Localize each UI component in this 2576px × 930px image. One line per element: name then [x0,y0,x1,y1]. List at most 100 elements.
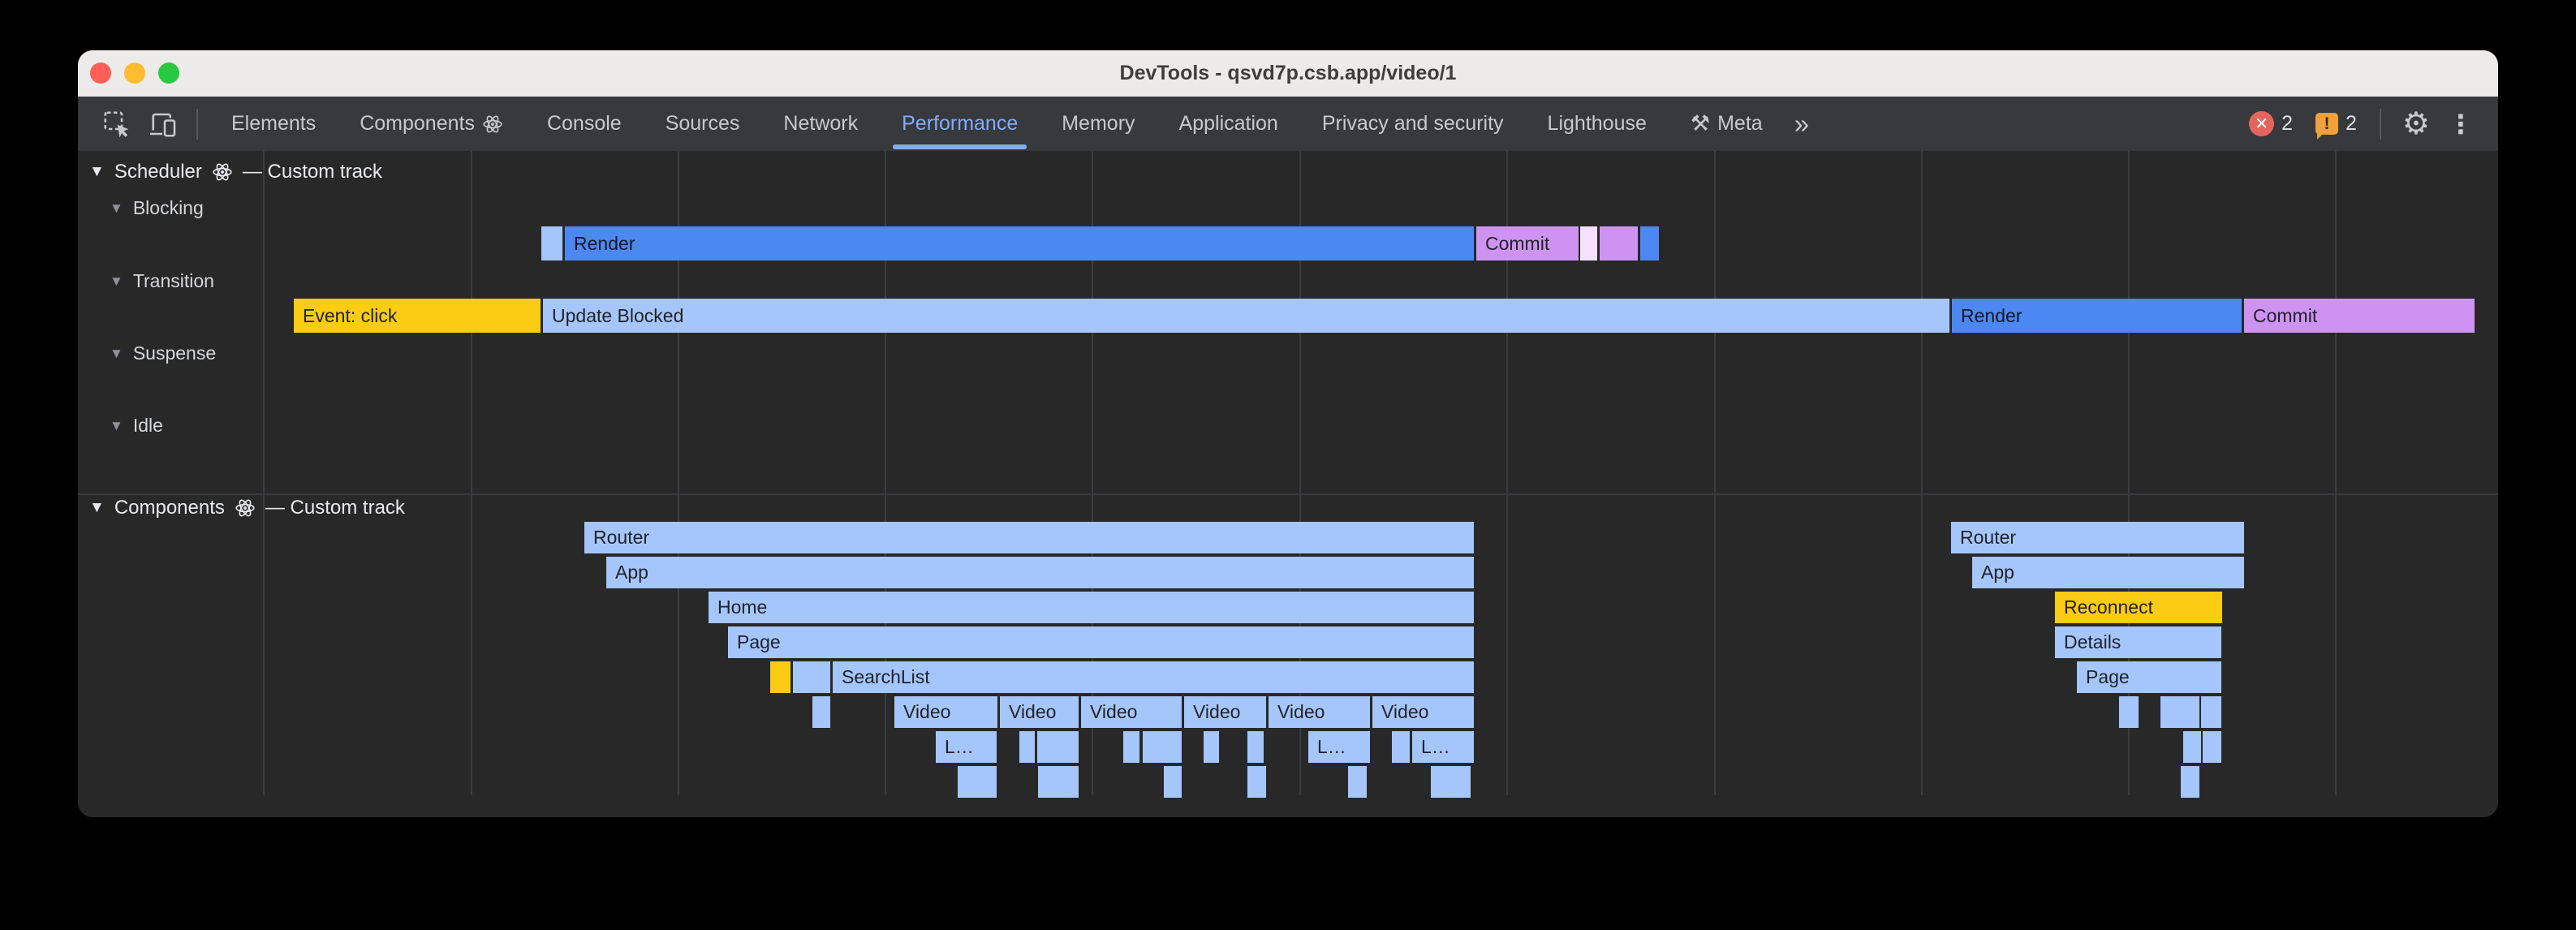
component-render-bar[interactable]: Router [584,522,1474,553]
bar-label: Video [1009,701,1056,723]
component-render-bar[interactable]: Video [1000,696,1079,728]
component-render-bar[interactable]: Video [1184,696,1266,728]
component-render-bar[interactable]: Video [1269,696,1370,728]
component-render-bar[interactable] [1431,766,1471,798]
tab-lighthouse[interactable]: Lighthouse [1526,97,1669,151]
scheduler-bar[interactable]: Commit [2244,299,2475,333]
lane-label-suspense[interactable]: ▼Suspense [110,342,216,364]
component-render-bar[interactable] [1348,766,1367,798]
component-render-bar[interactable] [1204,731,1219,763]
tab-label: Elements [231,97,316,151]
component-render-bar[interactable] [1164,766,1182,798]
scheduler-bar[interactable]: Render [1952,299,2242,333]
react-atom-icon [235,497,256,519]
scheduler-bar[interactable]: Render [565,226,1474,260]
scheduler-bar[interactable] [1580,226,1597,260]
collapse-triangle-icon[interactable]: ▼ [110,200,123,217]
components-track-header[interactable]: ▼Components— Custom track [89,497,405,519]
bar-label: Commit [1485,233,1549,255]
tab-elements[interactable]: Elements [209,97,338,151]
component-render-bar[interactable]: L… [936,731,997,763]
tab-label: Application [1179,97,1278,151]
bar-label: App [1981,562,2014,583]
lane-label-blocking[interactable]: ▼Blocking [110,197,204,219]
collapse-triangle-icon[interactable]: ▼ [89,163,105,181]
tab-meta[interactable]: ⚒Meta [1669,97,1785,151]
component-render-bar[interactable] [1392,731,1410,763]
settings-gear-icon[interactable]: ⚙ [2393,105,2440,142]
warning-badge[interactable]: ! 2 [2315,112,2357,136]
scheduler-bar[interactable]: Commit [1476,226,1579,260]
component-render-bar[interactable] [770,661,790,693]
component-render-bar[interactable] [793,661,830,693]
component-render-bar[interactable] [1123,731,1139,763]
component-render-bar[interactable]: App [606,557,1474,588]
component-render-bar[interactable] [1038,766,1079,798]
component-render-bar[interactable]: Details [2055,626,2221,658]
tab-components[interactable]: Components [338,97,525,151]
component-render-bar[interactable]: App [1972,557,2244,588]
component-render-bar[interactable]: L… [1308,731,1370,763]
component-render-bar[interactable] [1019,731,1035,763]
collapse-triangle-icon[interactable]: ▼ [89,499,105,517]
track-title: Components [114,497,225,519]
tab-label: Lighthouse [1548,97,1647,151]
tab-label: Console [547,97,622,151]
component-render-bar[interactable] [2181,766,2199,798]
scheduler-track-header[interactable]: ▼Scheduler— Custom track [89,161,382,183]
component-render-bar[interactable] [958,766,997,798]
component-render-bar[interactable] [2203,731,2221,763]
toolbar-divider [196,109,198,140]
tab-console[interactable]: Console [525,97,644,151]
component-render-bar[interactable] [1037,731,1079,763]
performance-flame-chart: ▼Scheduler— Custom track ▼Blocking Render C… [78,151,2498,817]
scheduler-bar[interactable] [1640,226,1659,260]
component-render-bar[interactable] [812,696,830,728]
component-render-bar[interactable]: Video [1372,696,1474,728]
component-render-bar[interactable]: L… [1412,731,1474,763]
component-render-bar[interactable] [2119,696,2139,728]
component-render-bar[interactable] [1143,731,1182,763]
bar-label: Render [1961,305,2022,327]
tab-application[interactable]: Application [1157,97,1300,151]
component-render-bar[interactable]: Page [728,626,1474,658]
scheduler-bar[interactable] [1600,226,1638,260]
collapse-triangle-icon[interactable]: ▼ [110,418,123,434]
inspect-element-icon[interactable] [99,106,135,142]
titlebar[interactable]: DevTools - qsvd7p.csb.app/video/1 [78,50,2498,97]
tab-performance[interactable]: Performance [880,97,1040,151]
component-render-bar[interactable]: Video [1081,696,1182,728]
more-tabs-chevron[interactable]: » [1785,109,1819,140]
device-toolbar-icon[interactable] [144,106,180,142]
bar-label: Router [1960,527,2016,549]
scheduler-bar[interactable] [541,226,562,260]
react-atom-icon [212,161,233,183]
kebab-menu-icon[interactable]: ⋮ [2440,109,2482,140]
collapse-triangle-icon[interactable]: ▼ [110,346,123,362]
tab-strip: ElementsComponentsConsoleSourcesNetworkP… [209,97,1785,151]
collapse-triangle-icon[interactable]: ▼ [110,273,123,290]
error-count: 2 [2281,112,2293,136]
component-render-bar[interactable] [2160,696,2199,728]
component-render-bar[interactable]: Home [709,592,1474,623]
lane-label-idle[interactable]: ▼Idle [110,415,163,437]
bar-label: App [615,562,648,583]
component-render-bar[interactable]: Page [2077,661,2221,693]
component-render-bar[interactable]: Video [894,696,997,728]
component-render-bar[interactable] [1247,731,1264,763]
tab-memory[interactable]: Memory [1040,97,1157,151]
component-render-bar[interactable] [2201,696,2221,728]
time-gridline [1921,151,1923,795]
component-render-bar[interactable] [1247,766,1266,798]
component-render-bar[interactable]: SearchList [833,661,1474,693]
tab-privacy-and-security[interactable]: Privacy and security [1300,97,1526,151]
scheduler-bar[interactable]: Update Blocked [543,299,1949,333]
scheduler-bar[interactable]: Event: click [294,299,541,333]
component-render-bar[interactable]: Reconnect [2055,592,2222,623]
component-render-bar[interactable] [2183,731,2201,763]
error-badge[interactable]: ✕ 2 [2249,111,2293,136]
component-render-bar[interactable]: Router [1951,522,2244,553]
tab-sources[interactable]: Sources [644,97,762,151]
tab-network[interactable]: Network [761,97,880,151]
lane-label-transition[interactable]: ▼Transition [110,270,214,292]
